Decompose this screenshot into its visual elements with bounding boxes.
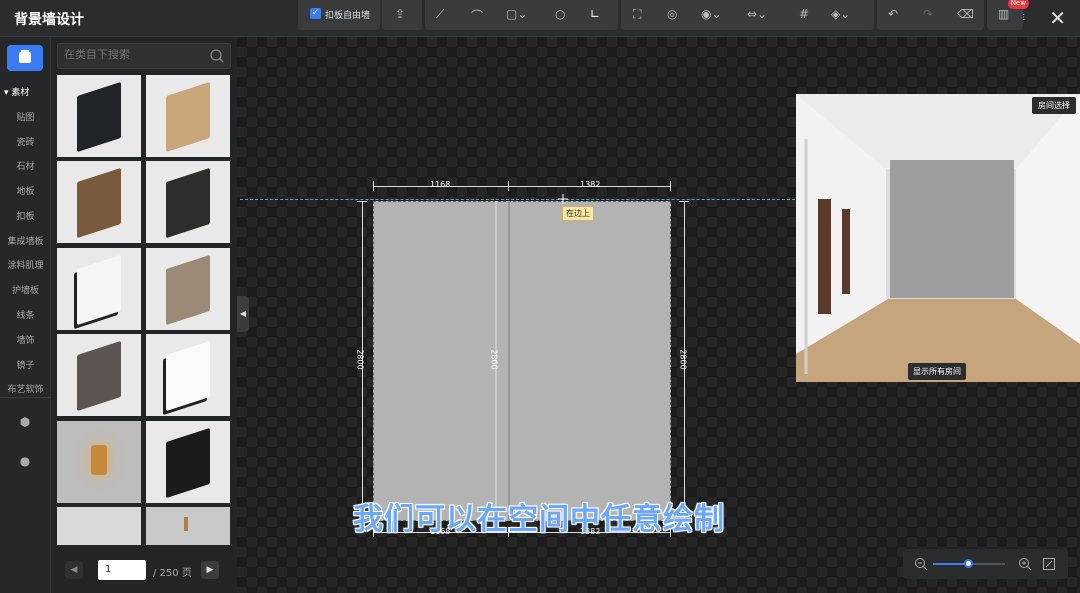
app-title: 背景墙设计: [14, 12, 84, 28]
undo-icon[interactable]: ↶: [888, 7, 898, 23]
map-button[interactable]: ▥ New: [987, 0, 1029, 30]
dimension-label[interactable]: 2800: [679, 349, 688, 369]
new-badge: New: [1007, 0, 1029, 9]
dimension-line-top: [373, 186, 671, 187]
room-select-button[interactable]: 房间选择: [1032, 97, 1076, 114]
material-tile[interactable]: [146, 334, 230, 416]
arc-tool-icon[interactable]: ⌒: [471, 7, 483, 23]
show-all-rooms-button[interactable]: 显示所有房间: [908, 363, 966, 380]
paint-bucket-icon[interactable]: ◈⌄: [831, 7, 850, 23]
dimension-tick: [679, 201, 689, 202]
close-icon[interactable]: ✕: [1049, 6, 1066, 30]
material-tile[interactable]: [57, 248, 141, 330]
wall-shape[interactable]: [373, 201, 671, 521]
room-render: [796, 94, 1080, 382]
free-wall-toggle[interactable]: ✓ 扣板自由墙: [298, 0, 380, 30]
dimension-label[interactable]: 2800: [356, 349, 365, 369]
dimension-label[interactable]: 1168: [430, 180, 450, 189]
pagination: ◀ 1 / 250 页 ▶: [51, 553, 237, 593]
material-tile[interactable]: [57, 75, 141, 157]
line-tool-icon[interactable]: ⟋: [436, 7, 444, 23]
video-subtitle: 我们可以在空间中任意绘制: [353, 502, 725, 537]
upload-icon[interactable]: ⇪: [395, 7, 405, 23]
dimension-tick: [670, 181, 671, 191]
angle-tool-icon[interactable]: ∟: [590, 7, 600, 23]
dimension-tick: [357, 201, 367, 202]
zoom-out-icon[interactable]: [914, 557, 928, 571]
category-item[interactable]: 集成墙板: [0, 234, 51, 247]
toolbar-upload: ⇪: [382, 0, 422, 30]
map-icon[interactable]: ▥: [998, 7, 1009, 23]
search-input[interactable]: [64, 49, 204, 61]
category-rail: ▾ 素材 贴图 瓷砖 石材 地板 扣板 集成墙板 涂料肌理 护墙板 线条 墙饰 …: [0, 37, 51, 593]
dimension-tick: [373, 181, 374, 191]
category-item[interactable]: 扣板: [0, 209, 51, 222]
page-total: / 250 页: [153, 568, 192, 579]
room-3d-preview[interactable]: 房间选择 显示所有房间: [796, 94, 1080, 382]
fit-view-icon[interactable]: [1042, 557, 1056, 571]
zoom-control: [903, 549, 1068, 579]
material-tile[interactable]: [146, 507, 230, 545]
material-tile[interactable]: [57, 507, 141, 545]
align-icon[interactable]: ⇔⌄: [747, 7, 767, 23]
free-wall-label: 扣板自由墙: [325, 11, 371, 21]
material-panel: [51, 37, 237, 593]
toolbar-draw-group: ⟋ ⌒ ▢⌄ ○ ∟: [425, 0, 618, 30]
material-tile[interactable]: [146, 75, 230, 157]
material-tile[interactable]: [57, 334, 141, 416]
toolbar-history-group: ↶ ↷ ⌫: [877, 0, 984, 30]
circle-tool-icon[interactable]: ○: [555, 7, 565, 23]
category-item[interactable]: 护墙板: [0, 283, 51, 296]
category-item[interactable]: 石材: [0, 159, 51, 172]
material-grid: [57, 75, 231, 545]
collapse-panel-icon[interactable]: ◀: [237, 296, 249, 332]
prev-page-button[interactable]: ◀: [65, 561, 83, 579]
category-item[interactable]: 瓷砖: [0, 135, 51, 148]
material-tile[interactable]: [146, 421, 230, 503]
crosshair-cursor-icon: [558, 194, 568, 204]
frame-tool-icon[interactable]: ⛶: [633, 7, 641, 23]
search-box: [57, 43, 231, 69]
category-item[interactable]: 布艺软饰: [0, 382, 51, 395]
material-tab[interactable]: [7, 45, 43, 71]
material-tile[interactable]: [146, 161, 230, 243]
redo-icon[interactable]: ↷: [923, 7, 933, 23]
grid-icon[interactable]: #: [799, 7, 809, 23]
snap-tooltip: 在边上: [562, 206, 594, 221]
category-item[interactable]: 地板: [0, 184, 51, 197]
user-icon[interactable]: ●: [18, 454, 32, 468]
alignment-guide: [240, 199, 800, 200]
category-item[interactable]: 镜子: [0, 358, 51, 371]
category-item[interactable]: 墙饰: [0, 333, 51, 346]
material-tile[interactable]: [146, 248, 230, 330]
checkbox-icon[interactable]: ✓: [310, 8, 321, 19]
search-icon[interactable]: [208, 47, 226, 65]
page-input[interactable]: 1: [98, 560, 146, 580]
dimension-label[interactable]: 1382: [580, 180, 600, 189]
dimension-label[interactable]: 2800: [490, 349, 499, 369]
material-tile[interactable]: [57, 421, 141, 503]
category-heading[interactable]: ▾ 素材: [4, 85, 29, 98]
eye-icon[interactable]: ◉⌄: [701, 7, 722, 23]
zoom-slider-handle[interactable]: [964, 559, 973, 568]
material-tile[interactable]: [57, 161, 141, 243]
zoom-in-icon[interactable]: [1018, 557, 1032, 571]
eraser-icon[interactable]: ⌫: [957, 7, 974, 23]
category-item[interactable]: 线条: [0, 308, 51, 321]
next-page-button[interactable]: ▶: [201, 561, 219, 579]
target-tool-icon[interactable]: ◎: [667, 7, 677, 23]
hexagon-icon[interactable]: ⬢: [18, 415, 32, 429]
category-item[interactable]: 涂料肌理: [0, 258, 51, 271]
toolbar-view-group: ⛶ ◎ ◉⌄ ⇔⌄ # ◈⌄: [621, 0, 874, 30]
wall-divider-line[interactable]: [508, 201, 510, 521]
dimension-tick: [508, 181, 509, 191]
cube-icon: [19, 50, 31, 63]
rect-tool-icon[interactable]: ▢⌄: [506, 7, 527, 23]
category-item[interactable]: 贴图: [0, 110, 51, 123]
rail-divider: [0, 397, 51, 398]
